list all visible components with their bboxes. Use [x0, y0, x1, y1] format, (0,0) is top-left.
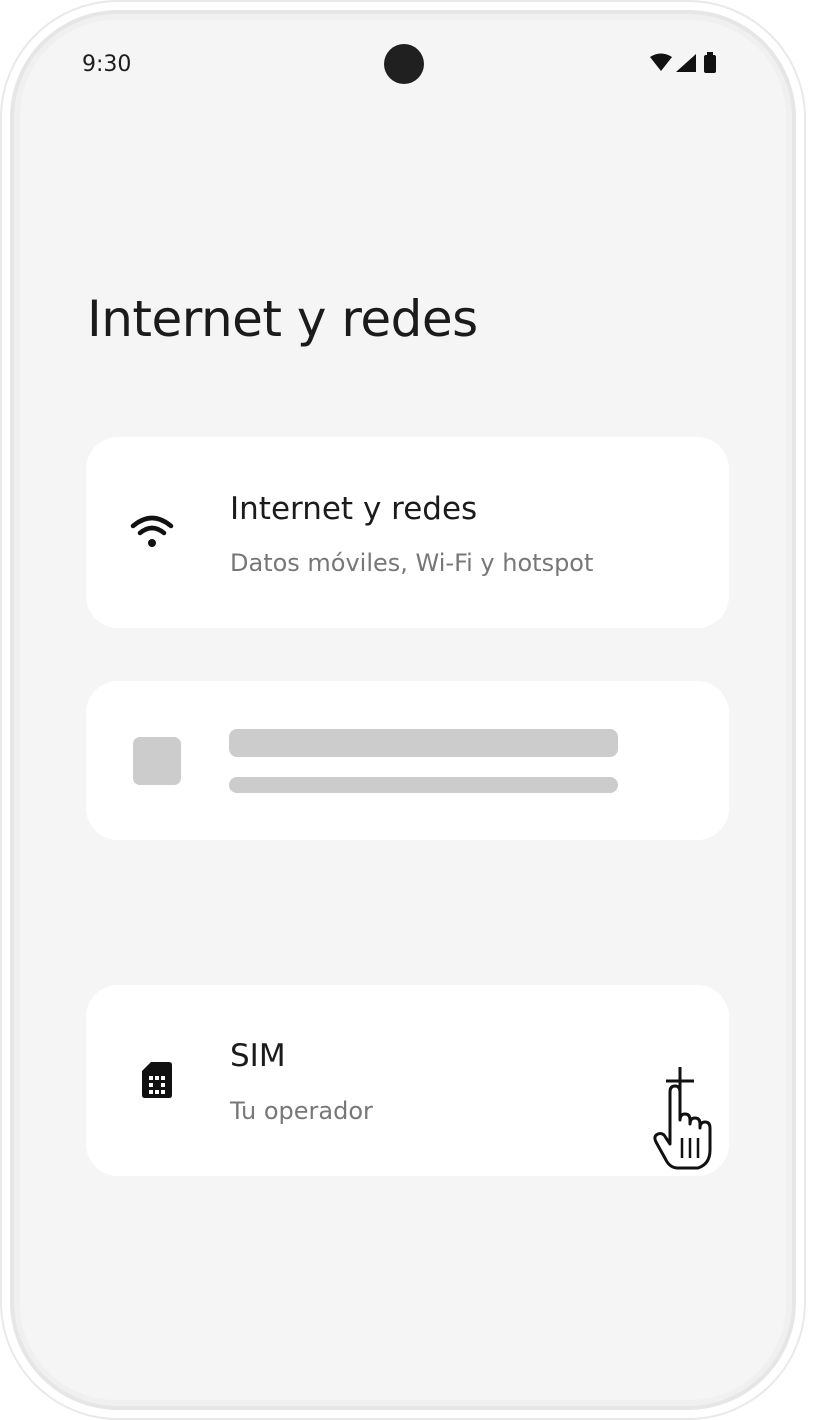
cell-signal-icon	[676, 54, 696, 72]
internet-card-subtitle: Datos móviles, Wi-Fi y hotspot	[230, 549, 594, 577]
wifi-icon	[130, 512, 174, 552]
battery-icon	[704, 55, 716, 73]
placeholder-line-secondary	[229, 777, 618, 793]
hand-pointer-icon	[652, 1082, 716, 1174]
sim-settings-card[interactable]: SIM Tu operador	[86, 985, 729, 1176]
front-camera	[384, 44, 424, 84]
status-icons	[648, 52, 724, 76]
placeholder-card	[86, 681, 729, 840]
sim-card-icon	[141, 1061, 173, 1099]
phone-screen: 9:30 Internet y redes Internet y redes D…	[20, 20, 786, 1400]
internet-card-title: Internet y redes	[230, 491, 478, 527]
placeholder-square	[133, 737, 181, 785]
page-title: Internet y redes	[87, 290, 478, 348]
sim-card-title: SIM	[230, 1038, 286, 1074]
internet-settings-card[interactable]: Internet y redes Datos móviles, Wi-Fi y …	[86, 437, 729, 628]
wifi-signal-icon	[650, 53, 672, 71]
status-time: 9:30	[82, 52, 132, 77]
placeholder-line-primary	[229, 729, 618, 757]
sim-card-subtitle: Tu operador	[230, 1097, 373, 1125]
